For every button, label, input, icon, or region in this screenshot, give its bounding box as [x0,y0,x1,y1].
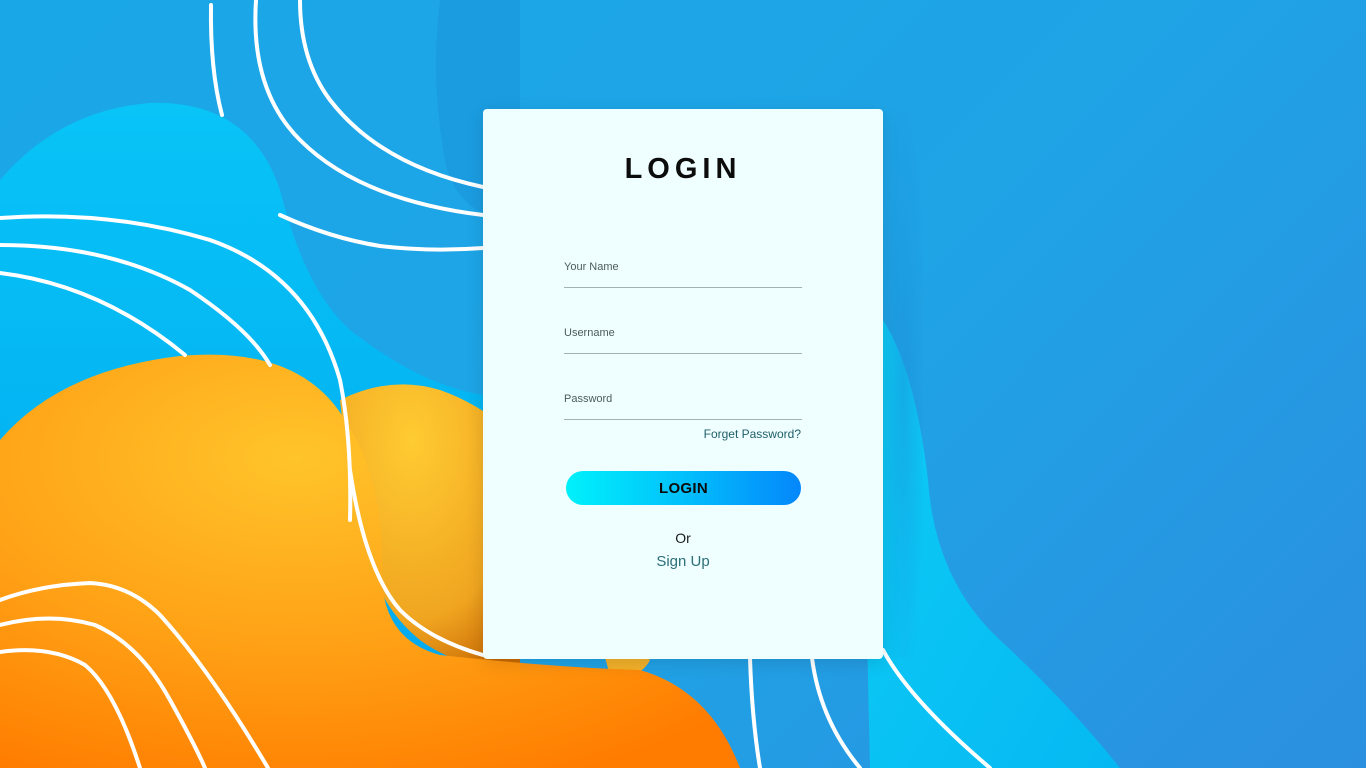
forgot-password-link[interactable]: Forget Password? [704,427,801,441]
login-card: LOGIN Your Name Username Password Forget… [483,109,883,659]
password-label: Password [564,393,613,405]
login-title: LOGIN [624,153,742,185]
password-field[interactable]: Password [564,389,802,420]
username-field[interactable]: Username [564,323,802,354]
sign-up-link[interactable]: Sign Up [483,553,883,570]
login-page: LOGIN Your Name Username Password Forget… [0,0,1366,768]
login-button[interactable]: LOGIN [566,471,801,505]
your-name-label: Your Name [564,261,619,273]
or-separator: Or [675,530,691,546]
username-label: Username [564,327,615,339]
your-name-field[interactable]: Your Name [564,257,802,288]
